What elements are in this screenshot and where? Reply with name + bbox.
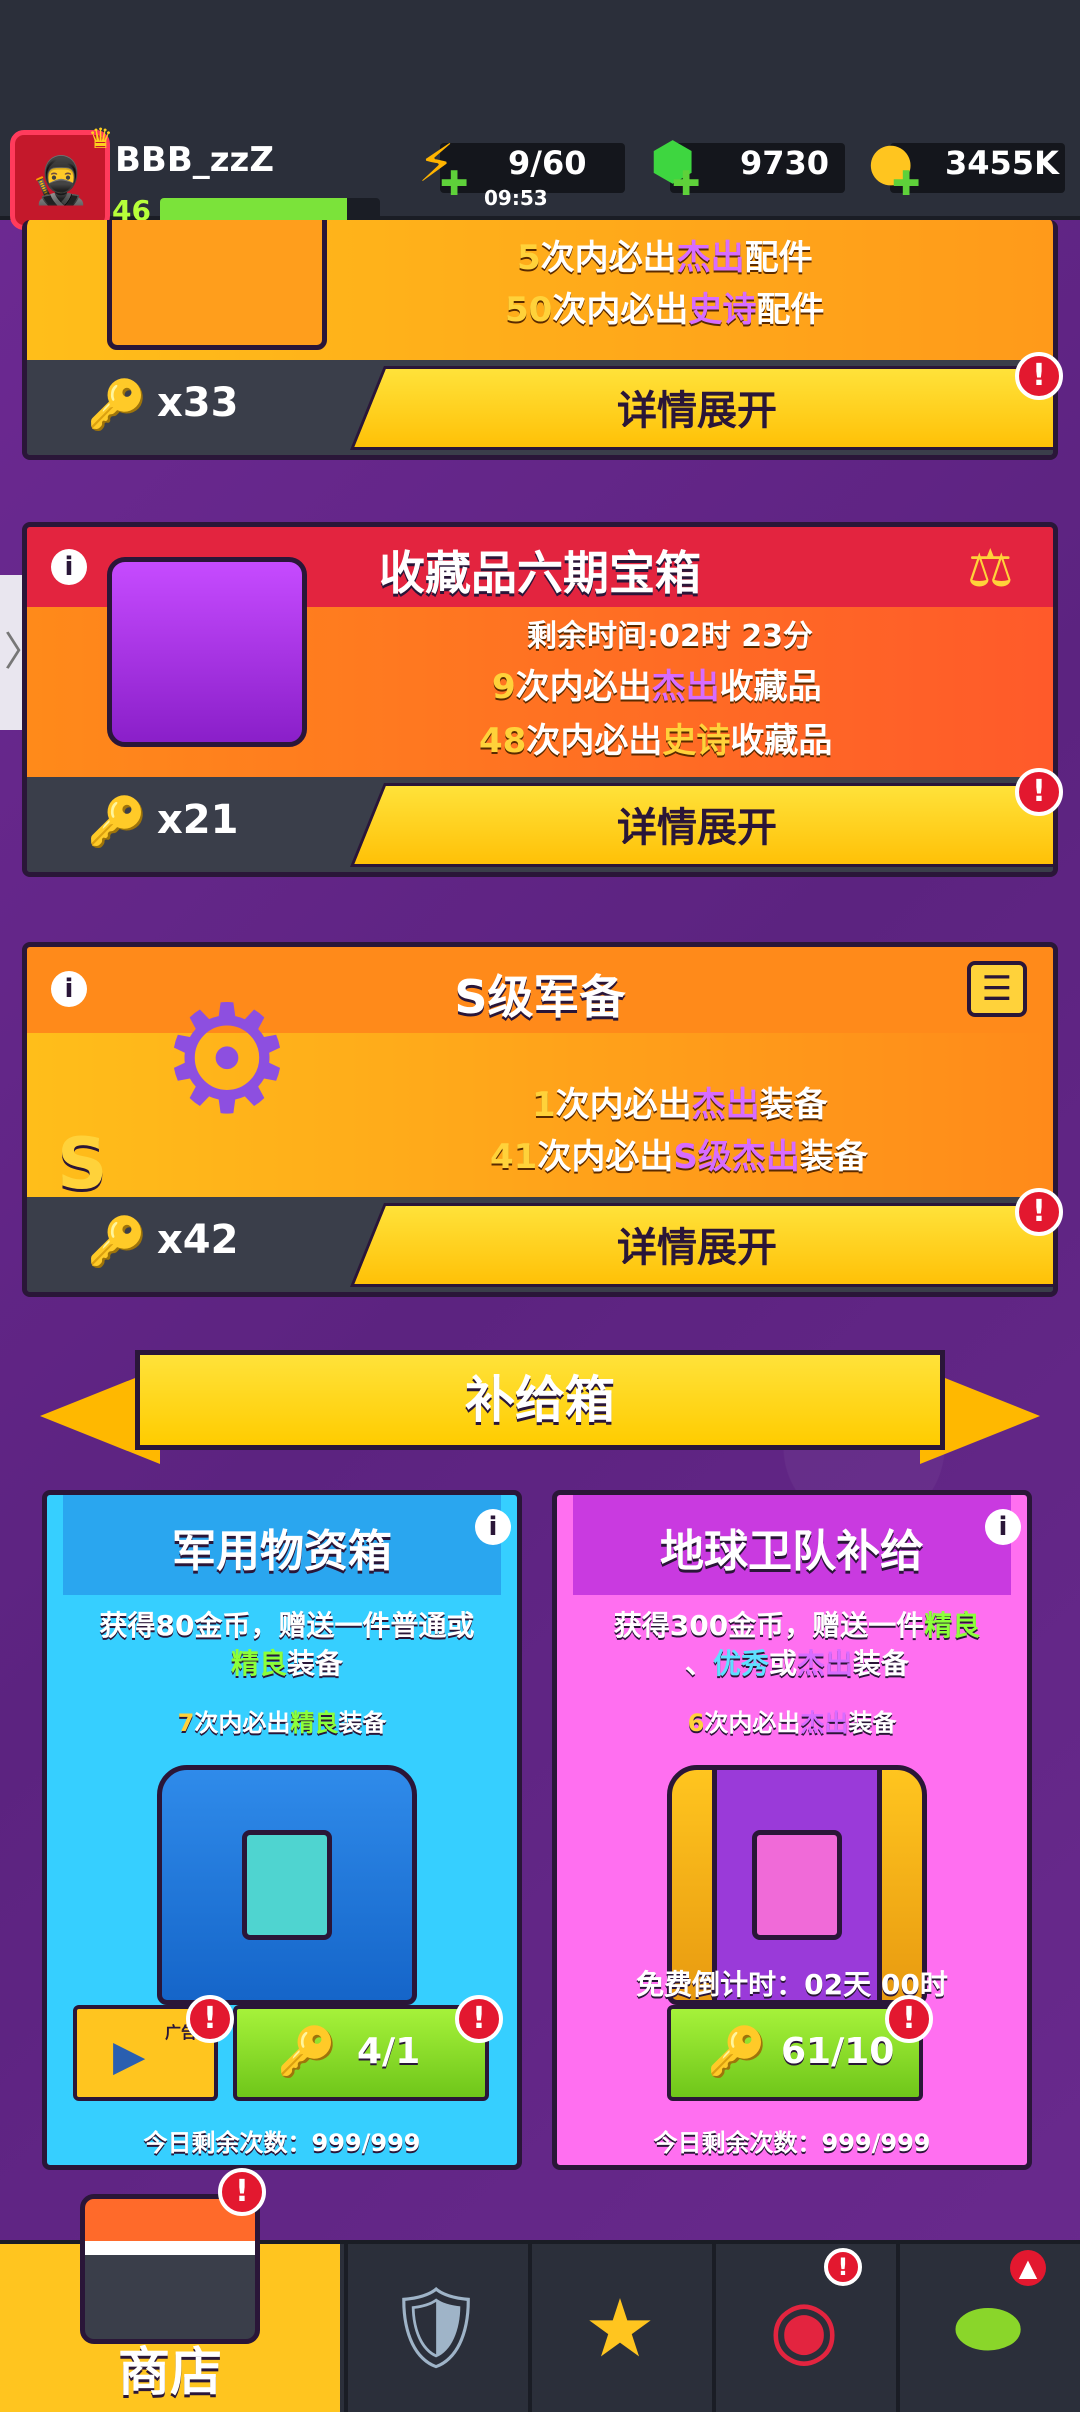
- details-button-label: 详情展开: [617, 388, 777, 434]
- card-footer: 🔑 x21 详情展开: [27, 777, 1053, 872]
- guarantee-line-1: 5次内必出杰出配件: [517, 238, 813, 278]
- crown-icon: ♛: [88, 122, 114, 155]
- key-icon: 🔑: [87, 1214, 147, 1270]
- nav-shop-label: 商店: [118, 2343, 223, 2403]
- s-grade-arrow-icon: S: [57, 1123, 108, 1205]
- supply-box-description: 获得80金币，赠送一件普通或 精良装备: [99, 1609, 475, 1680]
- key-icon: 🔑: [87, 794, 147, 850]
- card-header: 5次内必出杰出配件 50次内必出史诗配件: [27, 220, 1053, 360]
- chest-card-accessory: 5次内必出杰出配件 50次内必出史诗配件 🔑 x33 详情展开: [22, 220, 1058, 460]
- alert-badge: !: [824, 2248, 862, 2286]
- energy-value: 9/60: [508, 144, 587, 182]
- nav-tab-battle[interactable]: ★: [528, 2244, 708, 2412]
- daily-remaining: 今日剩余次数：999/999: [653, 2129, 931, 2157]
- alert-badge: !: [1015, 768, 1063, 816]
- add-energy-icon[interactable]: ✚: [440, 164, 469, 204]
- shield-icon: 🛡: [385, 2281, 487, 2374]
- nav-tab-dna[interactable]: ⬬: [896, 2244, 1076, 2412]
- guarantee-line-2: 41次内必出S级杰出装备: [490, 1137, 868, 1177]
- chest-timer: 剩余时间:02时 23分: [527, 619, 813, 654]
- open-with-key-button[interactable]: 🔑 4/1: [233, 2005, 489, 2101]
- alert-badge: !: [1015, 352, 1063, 400]
- daily-remaining: 今日剩余次数：999/999: [143, 2129, 421, 2157]
- collection-chest-icon: [107, 557, 307, 747]
- status-bar: [0, 0, 1080, 120]
- dna-capsule-icon: ⬬: [953, 2281, 1023, 2374]
- upgrade-arrow-icon: ▲: [1010, 2250, 1046, 2286]
- shop-stall-icon: [80, 2194, 260, 2344]
- supply-box-guarantee: 7次内必出精良装备: [177, 1709, 387, 1737]
- s-grade-gear-icon: ⚙: [159, 973, 295, 1147]
- supply-box-title: 地球卫队补给: [660, 1526, 924, 1577]
- free-countdown: 免费倒计时：02天 00时: [636, 1968, 948, 2001]
- star-ball-icon: ◉: [769, 2281, 839, 2375]
- blue-chest-icon: [157, 1765, 417, 2005]
- player-name: BBB_zzZ: [115, 140, 274, 180]
- guarantee-line-2: 48次内必出史诗收藏品: [479, 721, 833, 761]
- details-button-label: 详情展开: [617, 1225, 777, 1271]
- chest-card-collection: i 收藏品六期宝箱 ⚖ 剩余时间:02时 23分 9次内必出杰出收藏品 48次内…: [22, 522, 1058, 877]
- card-body: 剩余时间:02时 23分 9次内必出杰出收藏品 48次内必出史诗收藏品: [27, 557, 1053, 777]
- star-swords-icon: ★: [584, 2281, 656, 2375]
- scale-icon[interactable]: ⚖: [967, 539, 1014, 599]
- supply-section-title: 补给箱: [465, 1371, 615, 1429]
- supply-box-military: i 军用物资箱 获得80金币，赠送一件普通或 精良装备 7次内必出精良装备 ▶ …: [42, 1490, 522, 2170]
- key-count: x21: [157, 797, 239, 843]
- add-coin-icon[interactable]: ✚: [892, 164, 921, 204]
- alert-badge: !: [218, 2168, 266, 2216]
- alert-badge: !: [1015, 1188, 1063, 1236]
- key-count: x33: [157, 380, 239, 426]
- card-footer: 🔑 x42 详情展开: [27, 1197, 1053, 1292]
- details-button-label: 详情展开: [617, 805, 777, 851]
- key-button-label: 61/10: [781, 2031, 895, 2072]
- gem-value: 9730: [740, 144, 830, 182]
- key-icon: 🔑: [87, 377, 147, 433]
- guarantee-line-2: 50次内必出史诗配件: [505, 290, 825, 330]
- nav-tab-talents[interactable]: ◉: [712, 2244, 892, 2412]
- nav-tab-shield[interactable]: 🛡: [344, 2244, 524, 2412]
- video-ad-icon: ▶: [113, 2031, 146, 2080]
- key-icon: 🔑: [277, 2024, 337, 2080]
- chest-shield-icon: [107, 220, 327, 350]
- add-gem-icon[interactable]: ✚: [672, 164, 701, 204]
- alert-badge: !: [455, 1995, 503, 2043]
- checklist-icon[interactable]: ☰: [967, 961, 1027, 1017]
- card-footer: 🔑 x33 详情展开: [27, 360, 1053, 455]
- alert-badge: !: [186, 1995, 234, 2043]
- key-icon: 🔑: [707, 2024, 767, 2080]
- supply-box-title: 军用物资箱: [172, 1526, 392, 1577]
- supply-box-description: 获得300金币，赠送一件精良 、优秀或杰出装备: [613, 1609, 981, 1680]
- energy-timer: 09:53: [484, 186, 548, 210]
- key-count: x42: [157, 1217, 239, 1263]
- player-portrait-icon: 🥷: [31, 152, 89, 207]
- supply-box-earth-defense: i 地球卫队补给 获得300金币，赠送一件精良 、优秀或杰出装备 6次内必出杰出…: [552, 1490, 1032, 2170]
- key-button-label: 4/1: [357, 2031, 421, 2072]
- supply-box-guarantee: 6次内必出杰出装备: [687, 1709, 897, 1737]
- chest-card-s-grade: i S级军备 ☰ ⚙ S 1次内必出杰出装备 41次内必出S级杰出装备 🔑 x4…: [22, 942, 1058, 1297]
- guarantee-line-1: 9次内必出杰出收藏品: [492, 667, 822, 707]
- guarantee-line-1: 1次内必出杰出装备: [532, 1085, 828, 1125]
- coin-value: 3455K: [945, 144, 1059, 182]
- alert-badge: !: [885, 1995, 933, 2043]
- card-body: ⚙ S 1次内必出杰出装备 41次内必出S级杰出装备: [27, 973, 1053, 1205]
